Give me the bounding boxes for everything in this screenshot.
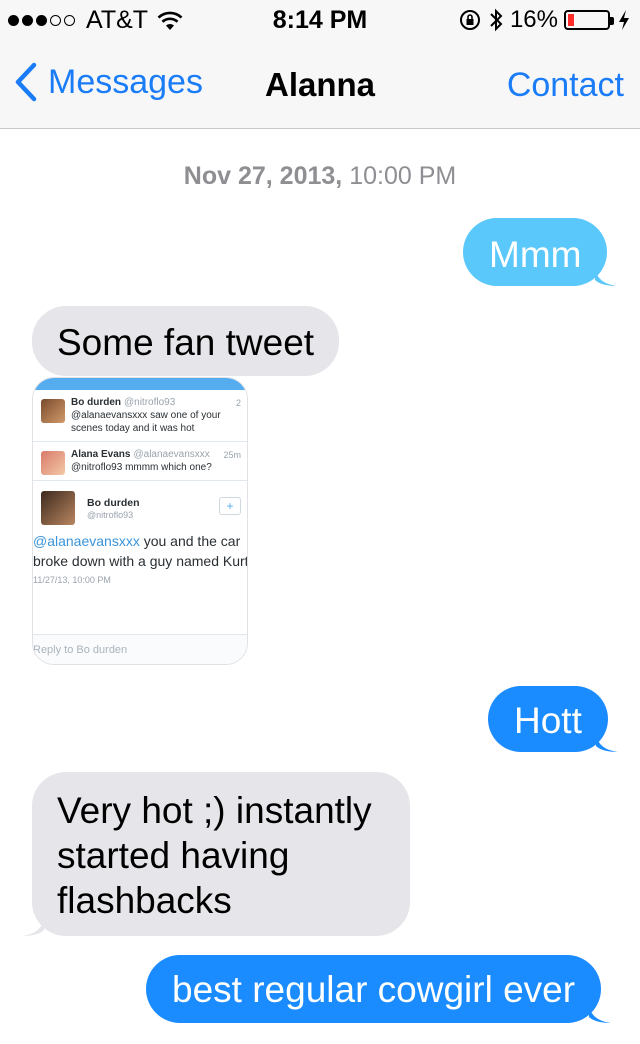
tweet-text: @alanaevansxxx saw one of your scenes to… (71, 410, 221, 434)
tweet-screenshot-image[interactable]: Bo durden @nitroflo93 @alanaevansxxx saw … (32, 377, 248, 665)
timestamp-date: Nov 27, 2013, (183, 162, 343, 190)
tweet-time: 25m (223, 450, 241, 460)
battery-icon (564, 10, 614, 30)
tweet-date: 11/27/13, 10:00 PM (33, 575, 111, 585)
charging-icon (619, 10, 629, 30)
message-bubble-outgoing[interactable]: best regular cowgirl ever (146, 955, 612, 1023)
status-bar: AT&T 8:14 PM 16% (0, 0, 640, 40)
message-text: Hott (514, 700, 582, 741)
tweet-text: @nitroflo93 mmmm which one? (71, 462, 212, 473)
tweet-row: Alana Evans @alanaevansxxx @nitroflo93 mm… (33, 442, 247, 481)
message-bubble-incoming[interactable]: Very hot ;) instantly started having fla… (22, 772, 410, 936)
tweet-author: Bo durden (87, 497, 140, 509)
message-bubble-incoming[interactable]: Some fan tweet (32, 306, 340, 376)
status-right: 16% (458, 6, 630, 34)
rotation-lock-icon (459, 10, 480, 30)
message-text: Some fan tweet (57, 322, 315, 363)
battery-percent: 16% (509, 6, 558, 33)
nav-bar: Messages Alanna Contact (0, 40, 640, 129)
tweet-detail: Bo durden @nitroflo93 + @alanaevansxxx y… (33, 481, 247, 585)
back-label: Messages (48, 62, 203, 101)
tweet-body: @alanaevansxxx you and the car broke dow… (33, 533, 248, 569)
contact-button[interactable]: Contact (507, 66, 624, 105)
message-bubble-outgoing[interactable]: Mmm (463, 218, 618, 286)
bluetooth-icon (490, 8, 503, 32)
tweet-row: Bo durden @nitroflo93 @alanaevansxxx saw … (33, 390, 247, 442)
message-text: Very hot ;) instantly started having fla… (57, 790, 372, 921)
conversation-title: Alanna (264, 66, 376, 103)
timestamp-time: 10:00 PM (349, 162, 457, 190)
avatar (41, 399, 65, 423)
avatar (41, 491, 75, 525)
avatar (41, 451, 65, 475)
message-text: Mmm (489, 234, 582, 275)
message-bubble-outgoing[interactable]: Hott (488, 686, 618, 752)
back-button[interactable]: Messages (14, 62, 203, 102)
tweet-reply-field: Reply to Bo durden (33, 634, 247, 664)
chevron-left-icon (15, 62, 37, 102)
follow-icon: + (219, 497, 241, 515)
message-timestamp: Nov 27, 2013, 10:00 PM (0, 162, 640, 191)
tweet-header-bar (33, 378, 247, 390)
message-text: best regular cowgirl ever (172, 969, 576, 1010)
tweet-handle: @nitroflo93 (87, 510, 134, 520)
tweet-time: 2 (235, 398, 241, 408)
